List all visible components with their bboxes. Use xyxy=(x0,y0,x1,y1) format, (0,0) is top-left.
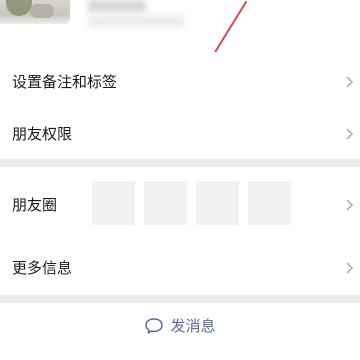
profile-name-obscured xyxy=(88,0,146,12)
remarks-tags-row[interactable]: 设置备注和标签 xyxy=(0,52,360,107)
send-message-label: 发消息 xyxy=(170,317,216,335)
avatar[interactable] xyxy=(0,0,70,24)
moments-thumbnail xyxy=(196,181,239,225)
profile-header xyxy=(0,0,360,63)
friend-permissions-label: 朋友权限 xyxy=(12,125,73,143)
send-message-section: 发消息 xyxy=(0,303,360,360)
more-info-row[interactable]: 更多信息 xyxy=(0,240,360,295)
chevron-right-icon xyxy=(344,124,356,144)
chevron-right-icon xyxy=(344,195,356,215)
profile-subtext-obscured xyxy=(88,16,184,26)
friend-permissions-row[interactable]: 朋友权限 xyxy=(0,107,360,159)
remarks-tags-label: 设置备注和标签 xyxy=(12,73,118,91)
moments-thumbnails xyxy=(92,181,291,225)
contact-profile-screen: 设置备注和标签 朋友权限 朋友圈 更多信息 发消息 xyxy=(0,0,360,360)
chat-bubble-icon xyxy=(144,317,164,335)
chevron-right-icon xyxy=(344,72,356,92)
avatar-image-part xyxy=(6,0,32,16)
moments-row[interactable]: 朋友圈 xyxy=(0,167,360,240)
send-message-button[interactable]: 发消息 xyxy=(0,303,360,349)
avatar-image-part xyxy=(30,4,54,18)
more-info-label: 更多信息 xyxy=(12,259,73,277)
chevron-right-icon xyxy=(344,258,356,278)
moments-thumbnail xyxy=(92,181,135,225)
moments-label: 朋友圈 xyxy=(12,196,58,214)
moments-thumbnail xyxy=(144,181,187,225)
moments-thumbnail xyxy=(248,181,291,225)
